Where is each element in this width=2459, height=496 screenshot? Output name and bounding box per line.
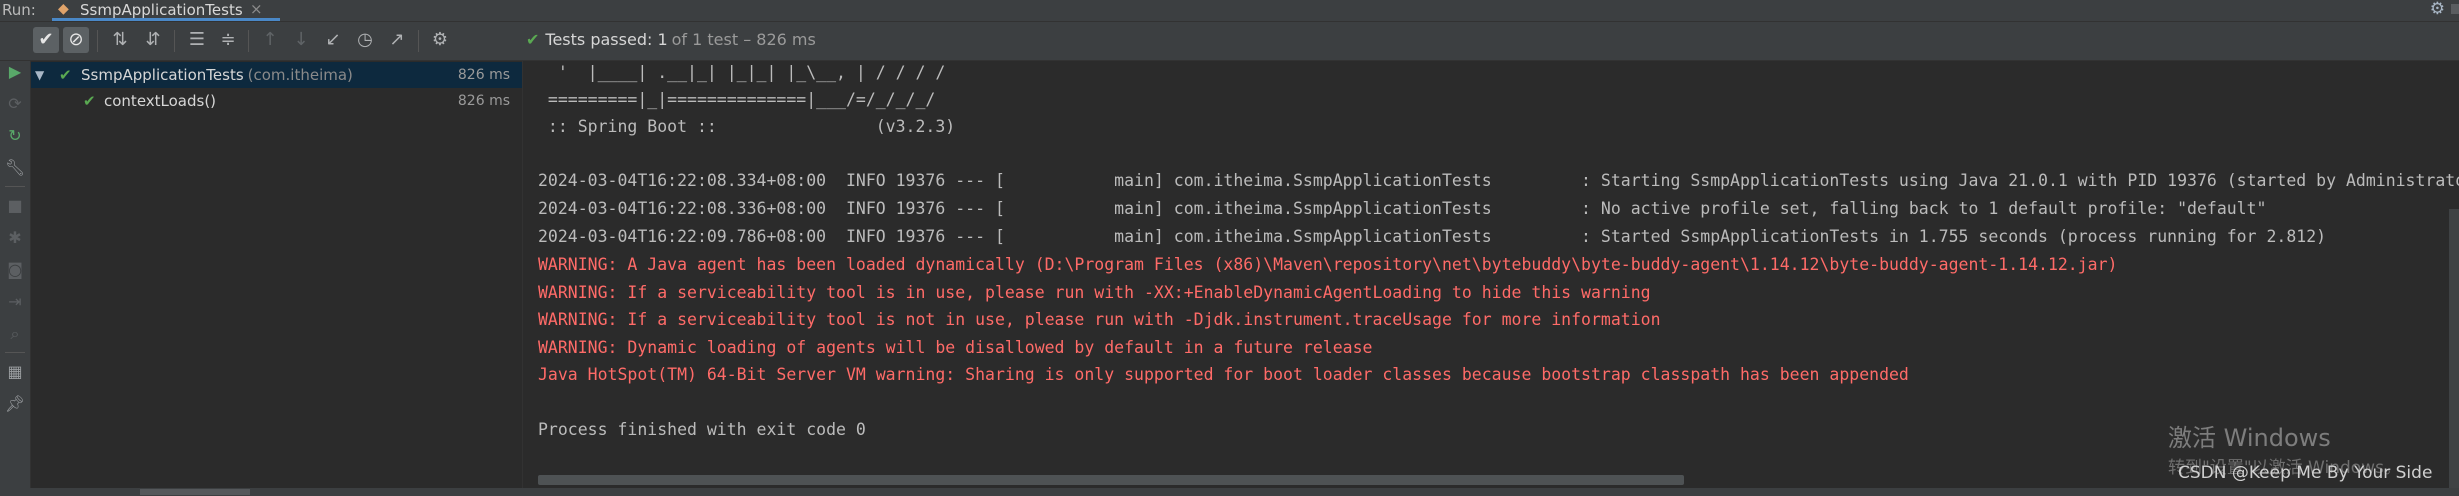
next-failed-icon[interactable]: ↓	[288, 27, 314, 53]
status-count: of 1 test – 826 ms	[671, 30, 816, 49]
toolbar-separator	[248, 30, 249, 52]
console-line: :: Spring Boot :: (v3.2.3)	[538, 117, 956, 136]
passed-check-icon: ✔	[526, 30, 540, 49]
csdn-watermark: CSDN @Keep Me By Your Side	[2178, 463, 2433, 483]
tree-row-test-class[interactable]: ▼ ✔ SsmpApplicationTests (com.itheima) 82…	[31, 62, 522, 88]
test-class-package: (com.itheima)	[247, 66, 353, 84]
login-icon[interactable]: ⇥	[2, 290, 28, 314]
console-line: ' |____| .__|_| |_|_| |_\__, | / / / /	[538, 63, 946, 82]
bottom-scroll-thumb[interactable]	[140, 489, 250, 495]
junit-config-icon: ◆	[58, 1, 69, 17]
expand-arrow-icon[interactable]: ▼	[35, 62, 44, 88]
settings-icon[interactable]: ⚙	[427, 27, 453, 53]
run-tool-window-header: Run: ◆ SsmpApplicationTests × ⚙	[0, 0, 2459, 22]
rerun-failed-icon[interactable]: ⟳	[2, 92, 28, 116]
console-line: 2024-03-04T16:22:08.336+08:00 INFO 19376…	[538, 199, 2267, 218]
test-class-label: SsmpApplicationTests	[81, 66, 244, 84]
horizontal-scrollbar[interactable]	[538, 475, 1684, 485]
console-warning-line: WARNING: Dynamic loading of agents will …	[538, 338, 1373, 357]
test-status: ✔ Tests passed: 1 of 1 test – 826 ms	[526, 30, 816, 49]
bottom-status-strip	[0, 488, 2459, 496]
passed-check-icon: ✔	[59, 66, 72, 84]
console-line: 2024-03-04T16:22:08.334+08:00 INFO 19376…	[538, 171, 2459, 190]
run-tab[interactable]: ◆ SsmpApplicationTests ×	[52, 0, 280, 21]
windows-activation-title: 激活 Windows	[2168, 424, 2331, 452]
sort-duration-icon[interactable]: ⇵	[140, 27, 166, 53]
status-summary: Tests passed: 1	[545, 30, 668, 49]
import-tests-icon[interactable]: ↙	[320, 27, 346, 53]
test-results-tree: ▼ ✔ SsmpApplicationTests (com.itheima) 82…	[31, 61, 522, 496]
run-actions-sidebar: ▶ ⟳ ↻ 🔧︎ ■ ✱ ◙ ⇥ ⌕ ▦ 📌︎	[0, 61, 31, 496]
run-tab-label: SsmpApplicationTests	[80, 1, 243, 19]
debug-icon[interactable]: ✱	[2, 226, 28, 250]
test-class-name: SsmpApplicationTests (com.itheima)	[81, 62, 353, 88]
wrench-icon[interactable]: 🔧︎	[2, 156, 28, 180]
collapse-all-icon[interactable]: ≑	[215, 27, 241, 53]
test-class-duration: 826 ms	[457, 67, 510, 83]
run-icon[interactable]: ▶	[2, 60, 28, 84]
window-settings-icon[interactable]: ⚙	[2430, 0, 2445, 19]
hide-window-icon[interactable]	[2451, 4, 2459, 14]
show-passed-icon[interactable]: ✔	[33, 27, 59, 53]
console-line: =========|_|==============|___/=/_/_/_/	[538, 90, 936, 109]
sidebar-separator	[5, 186, 25, 187]
prev-failed-icon[interactable]: ↑	[257, 27, 283, 53]
console-warning-line: Java HotSpot(TM) 64-Bit Server VM warnin…	[538, 365, 1909, 384]
show-ignored-icon[interactable]: ⊘	[63, 27, 89, 53]
rerun-icon[interactable]: ↻	[2, 124, 28, 148]
console-line: Process finished with exit code 0	[538, 420, 866, 439]
toolbar-separator	[418, 30, 419, 52]
passed-check-icon: ✔	[83, 92, 96, 110]
layout-icon[interactable]: ▦	[2, 360, 28, 384]
console-warning-line: WARNING: If a serviceability tool is in …	[538, 283, 1651, 302]
test-method-duration: 826 ms	[457, 93, 510, 109]
console-warning-line[interactable]: WARNING: A Java agent has been loaded dy…	[538, 253, 2117, 277]
test-method-name: contextLoads()	[104, 92, 217, 110]
console-line: 2024-03-04T16:22:09.786+08:00 INFO 19376…	[538, 227, 2327, 246]
run-label: Run:	[2, 1, 36, 19]
sort-alpha-icon[interactable]: ⇅	[107, 27, 133, 53]
sidebar-separator	[5, 352, 25, 353]
vertical-scrollbar[interactable]	[2449, 209, 2459, 496]
console-warning-line: WARNING: If a serviceability tool is not…	[538, 310, 1661, 329]
history-icon[interactable]: ◷	[352, 27, 378, 53]
tree-row-test-method[interactable]: ✔ contextLoads() 826 ms	[31, 88, 522, 114]
close-tab-icon[interactable]: ×	[250, 0, 263, 18]
toolbar-separator	[174, 30, 175, 52]
toolbar-separator	[97, 30, 98, 52]
pin-icon[interactable]: 📌︎	[2, 392, 28, 416]
test-runner-toolbar: ✔ ⊘ ⇅ ⇵ ☰ ≑ ↑ ↓ ↙ ◷ ↗ ⚙ ✔ Tests passed: 1…	[0, 22, 2459, 61]
stop-icon[interactable]: ■	[2, 194, 28, 218]
camera-icon[interactable]: ◙	[2, 258, 28, 282]
export-icon[interactable]: ↗	[384, 27, 410, 53]
expand-all-icon[interactable]: ☰	[184, 27, 210, 53]
search-icon[interactable]: ⌕	[2, 322, 28, 346]
